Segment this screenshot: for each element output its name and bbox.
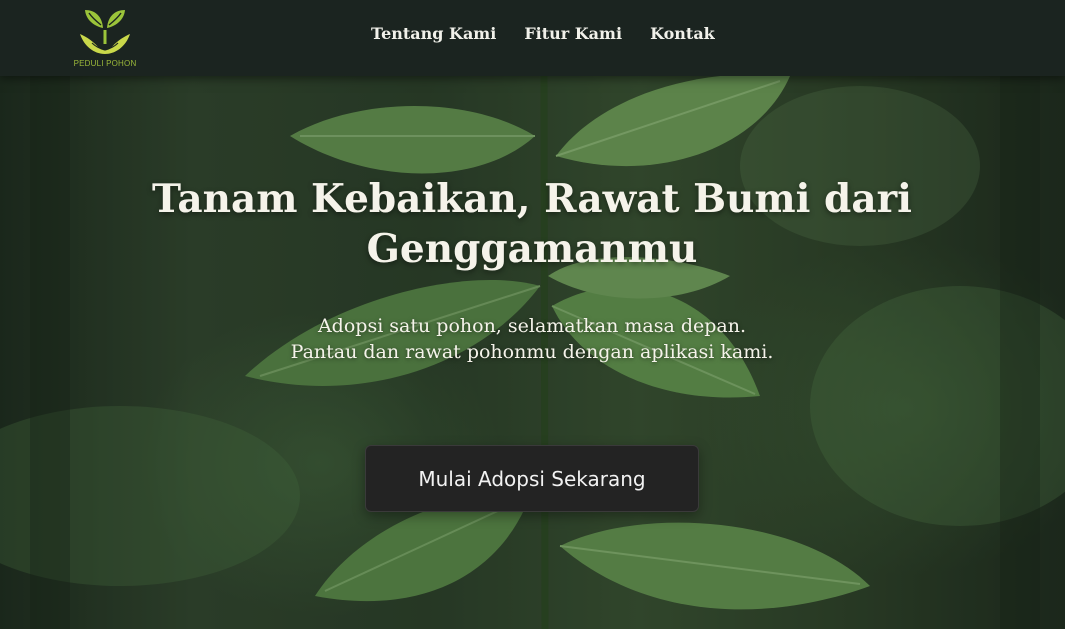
navbar: PEDULI POHON Tentang Kami Fitur Kami Kon…	[0, 0, 1065, 76]
hero-subtitle-line-2: Pantau dan rawat pohonmu dengan aplikasi…	[290, 341, 774, 363]
brand-name: PEDULI POHON	[73, 59, 137, 68]
nav-link-tentang-kami[interactable]: Tentang Kami	[371, 24, 496, 43]
start-adoption-button[interactable]: Mulai Adopsi Sekarang	[365, 445, 699, 512]
nav-link-fitur-kami[interactable]: Fitur Kami	[524, 24, 622, 43]
main-nav: Tentang Kami Fitur Kami Kontak	[371, 24, 715, 43]
brand-logo[interactable]: PEDULI POHON	[70, 4, 140, 70]
hero-subtitle: Adopsi satu pohon, selamatkan masa depan…	[182, 313, 882, 365]
hero-subtitle-line-1: Adopsi satu pohon, selamatkan masa depan…	[317, 315, 747, 337]
sprout-hands-icon	[80, 10, 130, 54]
hero-section: Tanam Kebaikan, Rawat Bumi dari Genggama…	[0, 76, 1065, 629]
hero-title: Tanam Kebaikan, Rawat Bumi dari Genggama…	[152, 176, 912, 272]
nav-link-kontak[interactable]: Kontak	[650, 24, 715, 43]
